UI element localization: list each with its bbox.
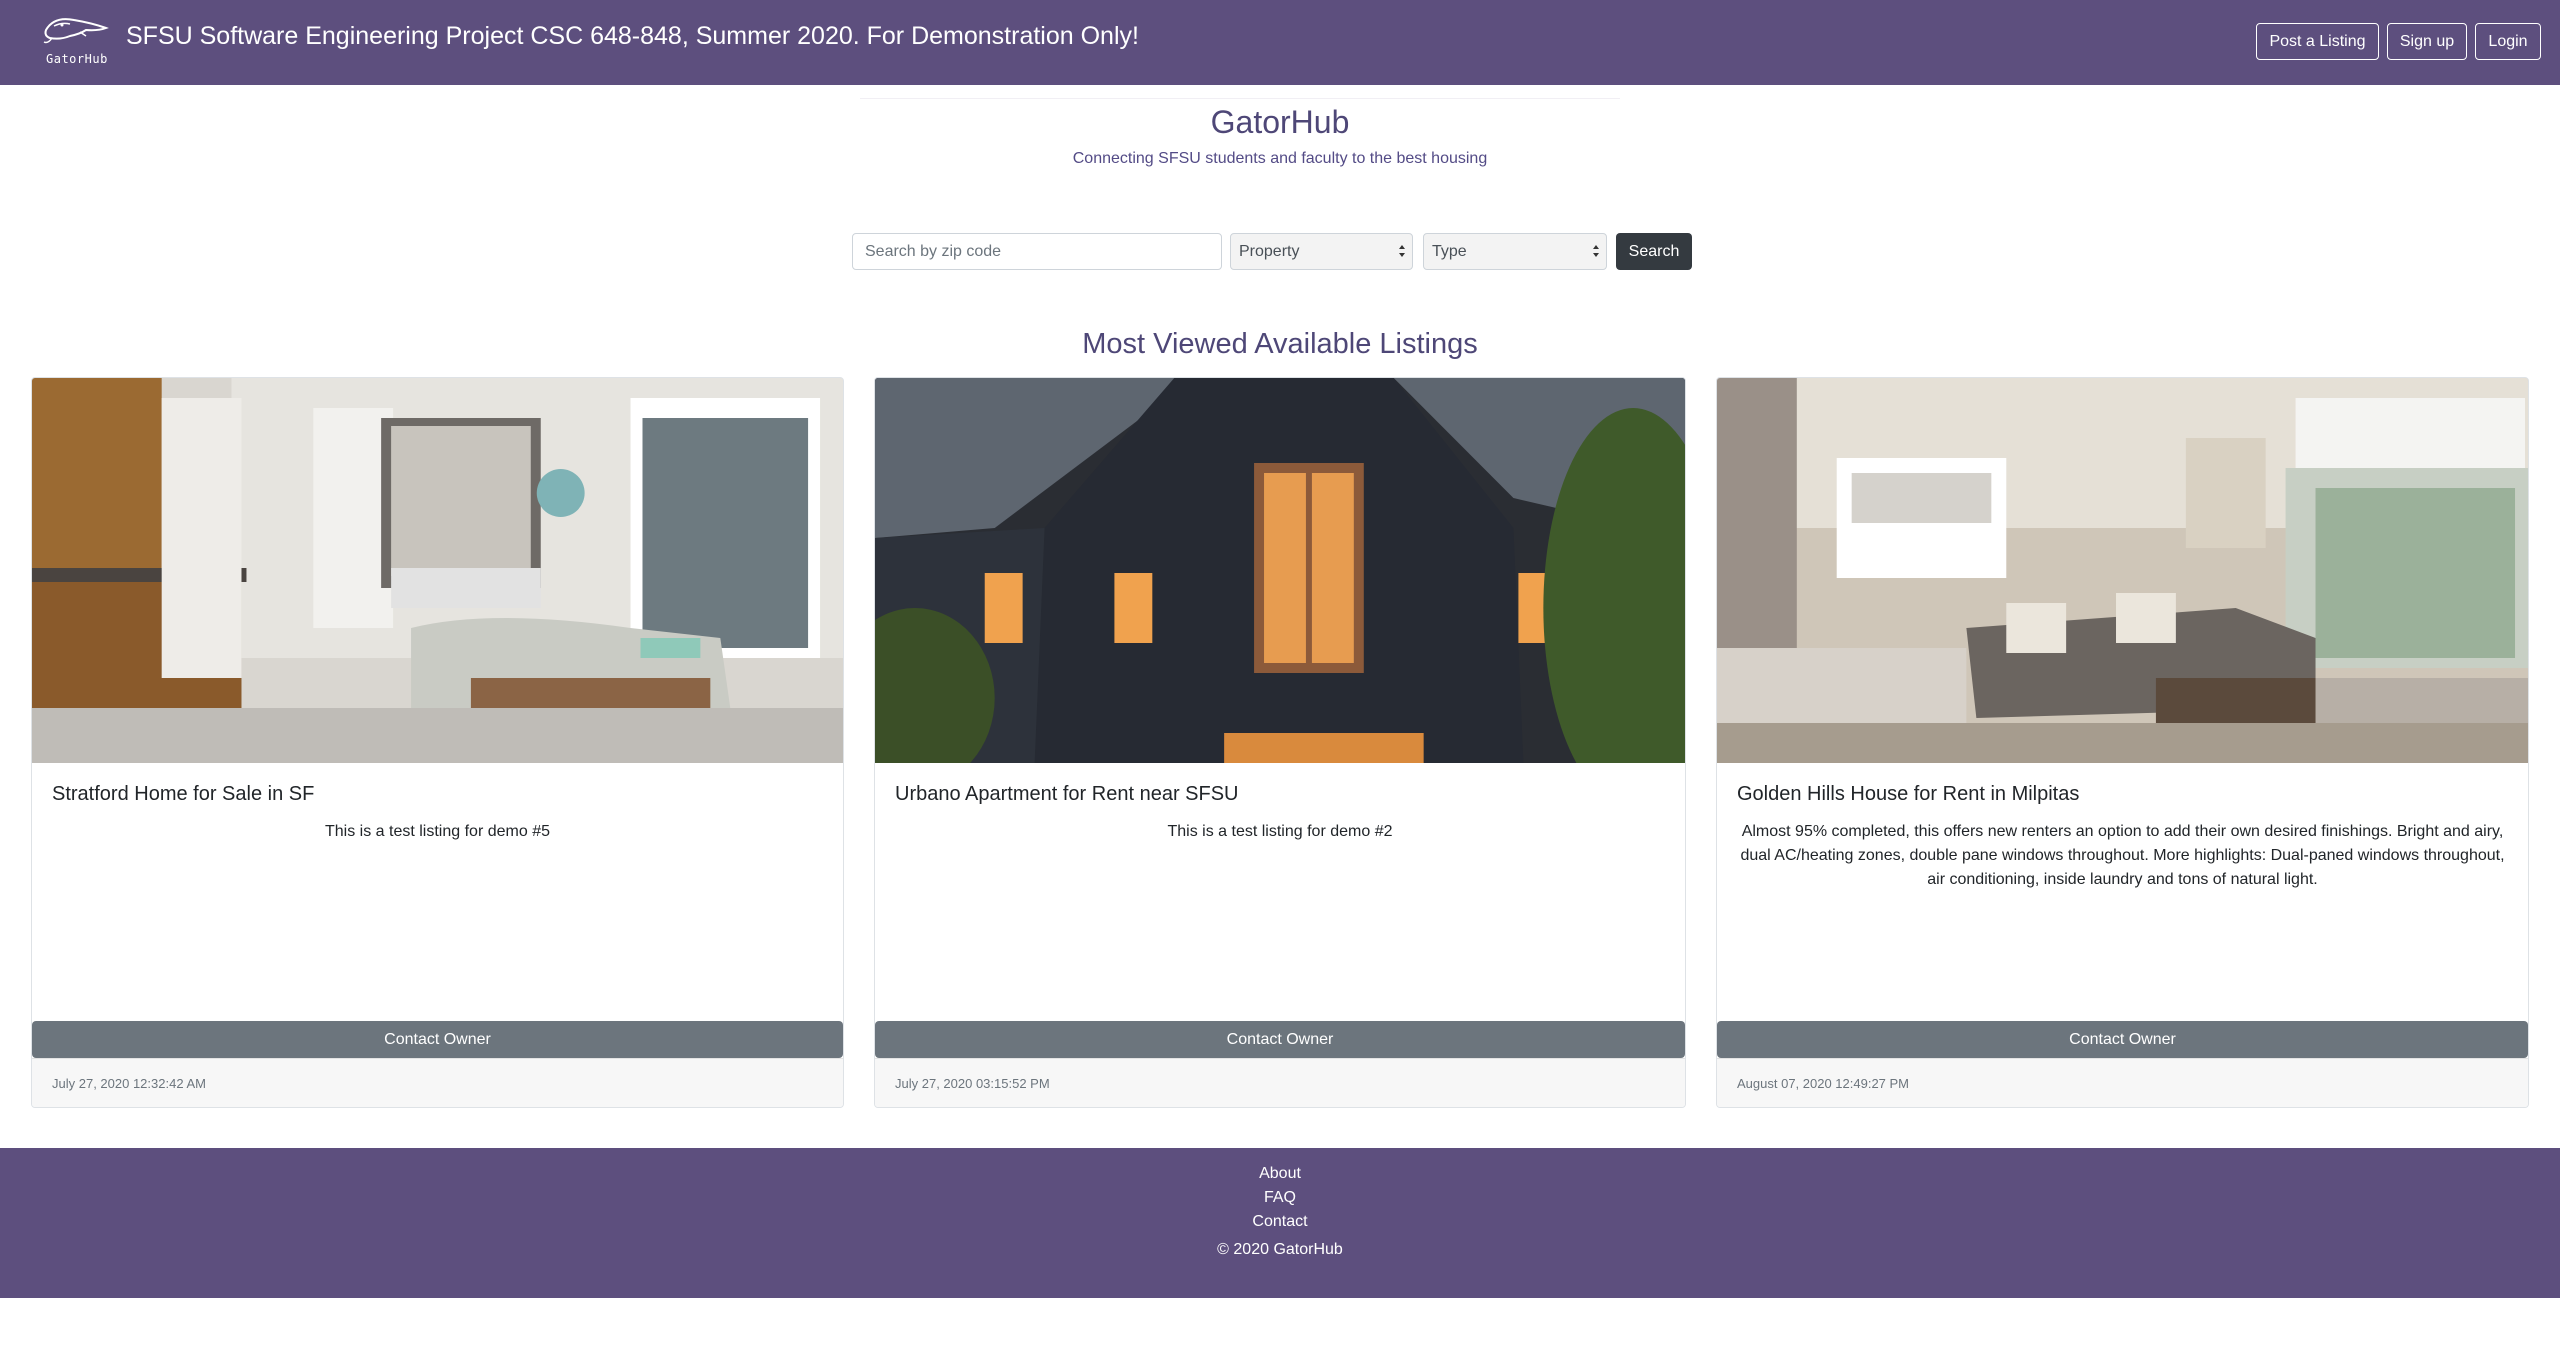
page-footer: About FAQ Contact © 2020 GatorHub: [0, 1148, 2560, 1298]
top-navbar: GatorHub SFSU Software Engineering Proje…: [0, 0, 2560, 85]
listing-photo-living-room[interactable]: [1717, 378, 2528, 763]
listing-card: Golden Hills House for Rent in Milpitas …: [1716, 377, 2529, 1108]
property-select[interactable]: Property: [1230, 233, 1413, 270]
listing-description: Almost 95% completed, this offers new re…: [1740, 823, 2505, 888]
footer-about-link[interactable]: About: [0, 1165, 2560, 1183]
listing-photo-dark-house-exterior[interactable]: [875, 378, 1685, 763]
select-arrows-icon: [1399, 245, 1405, 257]
property-select-value: Property: [1239, 243, 1300, 260]
listing-title[interactable]: Golden Hills House for Rent in Milpitas: [1737, 783, 2079, 806]
search-button[interactable]: Search: [1616, 233, 1692, 270]
zip-search-input[interactable]: [852, 233, 1222, 270]
post-listing-button[interactable]: Post a Listing: [2256, 23, 2379, 60]
footer-copyright: © 2020 GatorHub: [1217, 1241, 1343, 1258]
site-banner-title: SFSU Software Engineering Project CSC 64…: [126, 22, 1139, 50]
listing-date: July 27, 2020 03:15:52 PM: [895, 1076, 1050, 1091]
listing-date: July 27, 2020 12:32:42 AM: [52, 1076, 206, 1091]
footer-contact-link[interactable]: Contact: [0, 1213, 2560, 1231]
select-arrows-icon: [1593, 245, 1599, 257]
sign-up-button[interactable]: Sign up: [2387, 23, 2467, 60]
listing-photo-kitchen-living-room[interactable]: [32, 378, 843, 763]
listing-description: This is a test listing for demo #5: [325, 823, 550, 840]
page-subtitle: Connecting SFSU students and faculty to …: [1072, 150, 1488, 167]
type-select-value: Type: [1432, 243, 1467, 260]
footer-faq-link[interactable]: FAQ: [0, 1189, 2560, 1207]
listing-title[interactable]: Stratford Home for Sale in SF: [52, 783, 314, 806]
contact-owner-button[interactable]: Contact Owner: [875, 1021, 1685, 1058]
listing-card: Stratford Home for Sale in SF This is a …: [31, 377, 844, 1108]
page-title: GatorHub: [1210, 104, 1350, 140]
hero-divider: [860, 98, 1620, 99]
type-select[interactable]: Type: [1423, 233, 1607, 270]
listing-card: Urbano Apartment for Rent near SFSU This…: [874, 377, 1686, 1108]
login-button[interactable]: Login: [2475, 23, 2541, 60]
listing-title[interactable]: Urbano Apartment for Rent near SFSU: [895, 783, 1239, 806]
contact-owner-button[interactable]: Contact Owner: [1717, 1021, 2528, 1058]
logo-text: GatorHub: [46, 52, 108, 66]
listing-date: August 07, 2020 12:49:27 PM: [1737, 1076, 1910, 1091]
contact-owner-button[interactable]: Contact Owner: [32, 1021, 843, 1058]
listing-description: This is a test listing for demo #2: [1167, 823, 1393, 840]
section-title: Most Viewed Available Listings: [1082, 328, 1478, 360]
gator-logo-icon[interactable]: GatorHub: [40, 12, 112, 70]
